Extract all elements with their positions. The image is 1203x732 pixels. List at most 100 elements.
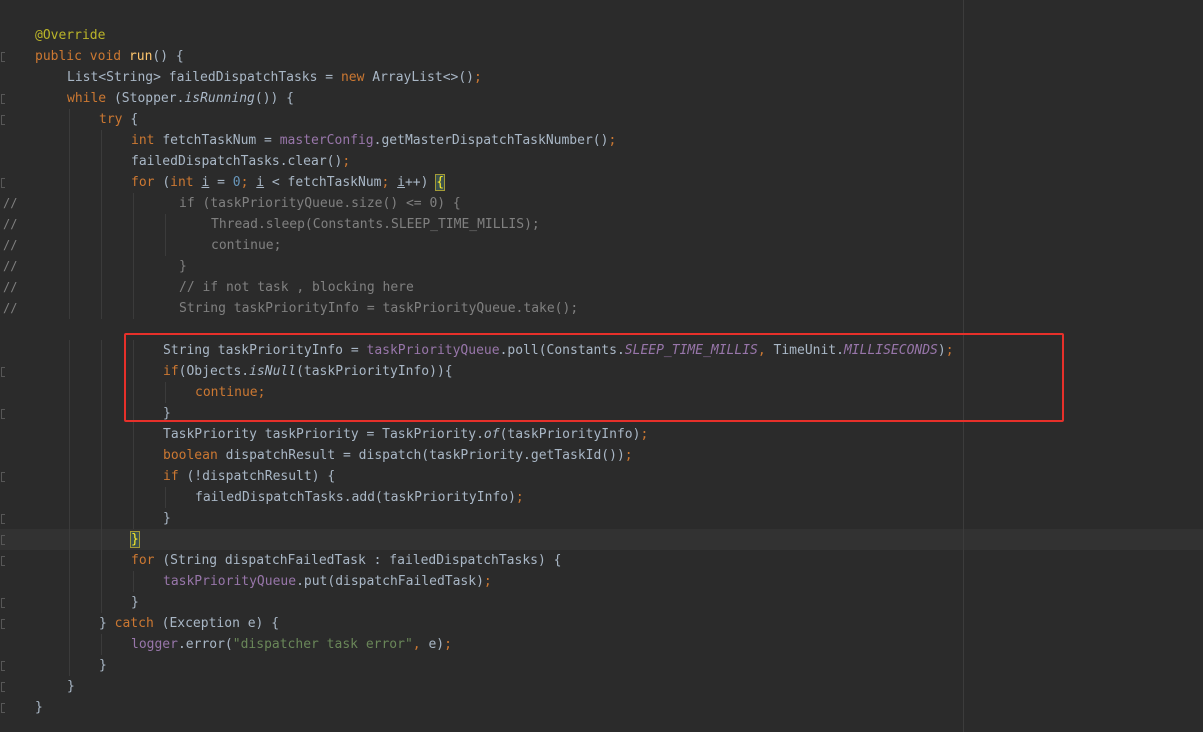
code-line[interactable]: // // if not task , blocking here — [0, 277, 1203, 298]
code-line[interactable]: taskPriorityQueue.put(dispatchFailedTask… — [0, 571, 1203, 592]
code-text: } catch (Exception e) { — [99, 613, 279, 634]
fold-marker-icon[interactable] — [1, 619, 5, 629]
code-token: ; — [444, 637, 452, 652]
code-line[interactable]: } catch (Exception e) { — [0, 613, 1203, 634]
code-token: dispatchResult = dispatch(taskPriority.g… — [225, 448, 625, 463]
indent-guide — [101, 256, 102, 277]
indent-guide — [101, 571, 102, 592]
indent-guide — [101, 235, 102, 256]
indent-guide — [69, 382, 70, 403]
code-text: failedDispatchTasks.clear(); — [131, 151, 350, 172]
code-line[interactable]: // continue; — [0, 235, 1203, 256]
fold-marker-icon[interactable] — [1, 598, 5, 608]
code-token: ()) { — [254, 91, 295, 106]
code-token: MILLISECONDS — [843, 343, 938, 358]
code-line[interactable]: // if (taskPriorityQueue.size() <= 0) { — [0, 193, 1203, 214]
code-line[interactable]: } — [0, 676, 1203, 697]
code-line[interactable]: for (String dispatchFailedTask : failedD… — [0, 550, 1203, 571]
code-line[interactable] — [0, 319, 1203, 340]
code-line[interactable]: failedDispatchTasks.clear(); — [0, 151, 1203, 172]
code-text: logger.error("dispatcher task error", e)… — [131, 634, 452, 655]
code-text: while (Stopper.isRunning()) { — [67, 88, 294, 109]
code-line[interactable]: } — [0, 403, 1203, 424]
code-text: taskPriorityQueue.put(dispatchFailedTask… — [163, 571, 492, 592]
code-token: 0 — [232, 175, 241, 190]
code-token: ; — [608, 133, 617, 148]
code-text: Thread.sleep(Constants.SLEEP_TIME_MILLIS… — [211, 214, 540, 235]
code-token: ; — [945, 343, 954, 358]
fold-marker-icon[interactable] — [1, 409, 5, 419]
code-line[interactable]: for (int i = 0; i < fetchTaskNum; i++) { — [0, 172, 1203, 193]
code-token: void — [89, 49, 129, 64]
code-text: continue; — [195, 382, 265, 403]
indent-guide — [101, 151, 102, 172]
right-margin-guide — [963, 0, 964, 732]
indent-guide — [133, 424, 134, 445]
code-line[interactable]: // Thread.sleep(Constants.SLEEP_TIME_MILL… — [0, 214, 1203, 235]
code-line[interactable]: } — [0, 592, 1203, 613]
code-token: ; — [515, 490, 524, 505]
code-token: public — [35, 49, 90, 64]
code-line[interactable]: //} — [0, 256, 1203, 277]
fold-marker-icon[interactable] — [1, 472, 5, 482]
code-line[interactable]: TaskPriority taskPriority = TaskPriority… — [0, 424, 1203, 445]
fold-marker-icon[interactable] — [1, 367, 5, 377]
indent-guide — [69, 235, 70, 256]
fold-marker-icon[interactable] — [1, 556, 5, 566]
indent-guide — [69, 592, 70, 613]
code-text: @Override — [35, 25, 105, 46]
code-token: logger — [131, 637, 178, 652]
fold-marker-icon[interactable] — [1, 514, 5, 524]
indent-guide — [69, 487, 70, 508]
code-token: ; — [381, 175, 398, 190]
code-line[interactable]: try { — [0, 109, 1203, 130]
code-editor[interactable]: @Override public void run() {List<String>… — [0, 0, 1203, 732]
code-line[interactable]: boolean dispatchResult = dispatch(taskPr… — [0, 445, 1203, 466]
code-line[interactable]: } — [0, 655, 1203, 676]
indent-guide — [101, 298, 102, 319]
fold-marker-icon[interactable] — [1, 661, 5, 671]
code-line[interactable]: } — [0, 529, 1203, 550]
code-token: < fetchTaskNum — [264, 175, 382, 190]
indent-guide — [69, 172, 70, 193]
fold-marker-icon[interactable] — [1, 535, 5, 545]
code-line[interactable]: } — [0, 697, 1203, 718]
code-line[interactable]: if(Objects.isNull(taskPriorityInfo)){ — [0, 361, 1203, 382]
code-text: String taskPriorityInfo = taskPriorityQu… — [163, 340, 954, 361]
indent-guide — [101, 214, 102, 235]
indent-guide — [133, 214, 134, 235]
fold-marker-icon[interactable] — [1, 94, 5, 104]
code-text: continue; — [211, 235, 281, 256]
indent-guide — [165, 235, 166, 256]
code-token: continue; — [195, 385, 266, 400]
code-token: i — [256, 175, 265, 190]
code-line[interactable]: logger.error("dispatcher task error", e)… — [0, 634, 1203, 655]
fold-marker-icon[interactable] — [1, 178, 5, 188]
fold-marker-icon[interactable] — [1, 115, 5, 125]
indent-guide — [69, 277, 70, 298]
code-token: i — [397, 175, 405, 190]
code-token: ; — [483, 574, 492, 589]
code-token: failedDispatchTasks.add(taskPriorityInfo… — [195, 490, 516, 505]
code-line[interactable]: public void run() { — [0, 46, 1203, 67]
indent-guide — [133, 445, 134, 466]
code-line[interactable]: failedDispatchTasks.add(taskPriorityInfo… — [0, 487, 1203, 508]
fold-marker-icon[interactable] — [1, 703, 5, 713]
code-line[interactable]: String taskPriorityInfo = taskPriorityQu… — [0, 340, 1203, 361]
code-line[interactable]: // String taskPriorityInfo = taskPriority… — [0, 298, 1203, 319]
code-line[interactable]: continue; — [0, 382, 1203, 403]
fold-marker-icon[interactable] — [1, 682, 5, 692]
code-line[interactable]: if (!dispatchResult) { — [0, 466, 1203, 487]
code-line[interactable]: } — [0, 508, 1203, 529]
code-line[interactable]: List<String> failedDispatchTasks = new A… — [0, 67, 1203, 88]
indent-guide — [69, 529, 70, 550]
indent-guide — [69, 655, 70, 676]
code-line[interactable]: while (Stopper.isRunning()) { — [0, 88, 1203, 109]
code-token: continue; — [211, 238, 282, 253]
fold-marker-icon[interactable] — [1, 52, 5, 62]
indent-guide — [69, 634, 70, 655]
code-line[interactable]: @Override — [0, 25, 1203, 46]
indent-guide — [69, 298, 70, 319]
code-line[interactable]: int fetchTaskNum = masterConfig.getMaste… — [0, 130, 1203, 151]
code-token: (taskPriorityInfo) — [499, 427, 641, 442]
